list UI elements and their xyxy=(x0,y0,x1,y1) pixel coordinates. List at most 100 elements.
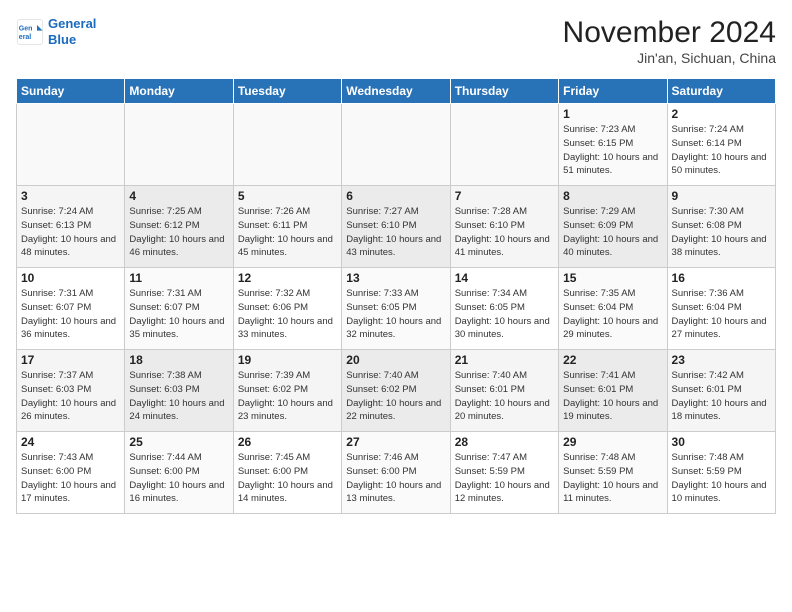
day-number: 15 xyxy=(563,271,662,285)
calendar-cell: 27 Sunrise: 7:46 AM Sunset: 6:00 PM Dayli… xyxy=(342,432,450,514)
day-number: 18 xyxy=(129,353,228,367)
calendar-cell: 6 Sunrise: 7:27 AM Sunset: 6:10 PM Daylig… xyxy=(342,186,450,268)
day-number: 4 xyxy=(129,189,228,203)
day-info: Sunrise: 7:25 AM Sunset: 6:12 PM Dayligh… xyxy=(129,205,228,260)
day-info: Sunrise: 7:34 AM Sunset: 6:05 PM Dayligh… xyxy=(455,287,554,342)
day-info: Sunrise: 7:33 AM Sunset: 6:05 PM Dayligh… xyxy=(346,287,445,342)
calendar-cell: 2 Sunrise: 7:24 AM Sunset: 6:14 PM Daylig… xyxy=(667,104,775,186)
day-info: Sunrise: 7:44 AM Sunset: 6:00 PM Dayligh… xyxy=(129,451,228,506)
day-number: 13 xyxy=(346,271,445,285)
calendar-cell: 14 Sunrise: 7:34 AM Sunset: 6:05 PM Dayli… xyxy=(450,268,558,350)
day-number: 27 xyxy=(346,435,445,449)
calendar-cell xyxy=(233,104,341,186)
calendar-cell: 1 Sunrise: 7:23 AM Sunset: 6:15 PM Daylig… xyxy=(559,104,667,186)
calendar-cell: 24 Sunrise: 7:43 AM Sunset: 6:00 PM Dayli… xyxy=(17,432,125,514)
day-info: Sunrise: 7:36 AM Sunset: 6:04 PM Dayligh… xyxy=(672,287,771,342)
day-info: Sunrise: 7:48 AM Sunset: 5:59 PM Dayligh… xyxy=(672,451,771,506)
day-number: 3 xyxy=(21,189,120,203)
day-number: 10 xyxy=(21,271,120,285)
calendar-table: SundayMondayTuesdayWednesdayThursdayFrid… xyxy=(16,78,776,514)
day-number: 22 xyxy=(563,353,662,367)
day-number: 29 xyxy=(563,435,662,449)
day-number: 23 xyxy=(672,353,771,367)
weekday-header-sunday: Sunday xyxy=(17,79,125,104)
day-number: 1 xyxy=(563,107,662,121)
calendar-cell: 26Sunrise: 7:45 AM Sunset: 6:00 PM Dayli… xyxy=(233,432,341,514)
calendar-cell: 21 Sunrise: 7:40 AM Sunset: 6:01 PM Dayli… xyxy=(450,350,558,432)
calendar-cell: 5Sunrise: 7:26 AM Sunset: 6:11 PM Daylig… xyxy=(233,186,341,268)
day-number: 14 xyxy=(455,271,554,285)
calendar-cell: 30Sunrise: 7:48 AM Sunset: 5:59 PM Dayli… xyxy=(667,432,775,514)
day-info: Sunrise: 7:31 AM Sunset: 6:07 PM Dayligh… xyxy=(21,287,120,342)
calendar-cell: 25Sunrise: 7:44 AM Sunset: 6:00 PM Dayli… xyxy=(125,432,233,514)
calendar-cell xyxy=(342,104,450,186)
calendar-cell xyxy=(450,104,558,186)
day-number: 19 xyxy=(238,353,337,367)
weekday-header-wednesday: Wednesday xyxy=(342,79,450,104)
calendar-cell: 11 Sunrise: 7:31 AM Sunset: 6:07 PM Dayli… xyxy=(125,268,233,350)
calendar-week-row: 24 Sunrise: 7:43 AM Sunset: 6:00 PM Dayli… xyxy=(17,432,776,514)
day-info: Sunrise: 7:46 AM Sunset: 6:00 PM Dayligh… xyxy=(346,451,445,506)
day-info: Sunrise: 7:24 AM Sunset: 6:13 PM Dayligh… xyxy=(21,205,120,260)
calendar-week-row: 3 Sunrise: 7:24 AM Sunset: 6:13 PM Daylig… xyxy=(17,186,776,268)
day-number: 16 xyxy=(672,271,771,285)
calendar-week-row: 10 Sunrise: 7:31 AM Sunset: 6:07 PM Dayli… xyxy=(17,268,776,350)
calendar-week-row: 1 Sunrise: 7:23 AM Sunset: 6:15 PM Daylig… xyxy=(17,104,776,186)
day-number: 17 xyxy=(21,353,120,367)
weekday-header-tuesday: Tuesday xyxy=(233,79,341,104)
day-number: 11 xyxy=(129,271,228,285)
calendar-cell: 12 Sunrise: 7:32 AM Sunset: 6:06 PM Dayli… xyxy=(233,268,341,350)
calendar-cell: 7 Sunrise: 7:28 AM Sunset: 6:10 PM Daylig… xyxy=(450,186,558,268)
calendar-cell: 18 Sunrise: 7:38 AM Sunset: 6:03 PM Dayli… xyxy=(125,350,233,432)
calendar-cell: 19 Sunrise: 7:39 AM Sunset: 6:02 PM Dayli… xyxy=(233,350,341,432)
day-info: Sunrise: 7:41 AM Sunset: 6:01 PM Dayligh… xyxy=(563,369,662,424)
page-header: Gen eral General Blue November 2024 Jin'… xyxy=(16,16,776,66)
day-info: Sunrise: 7:43 AM Sunset: 6:00 PM Dayligh… xyxy=(21,451,120,506)
day-number: 24 xyxy=(21,435,120,449)
logo-icon: Gen eral xyxy=(16,18,44,46)
calendar-cell: 22 Sunrise: 7:41 AM Sunset: 6:01 PM Dayli… xyxy=(559,350,667,432)
calendar-cell: 28 Sunrise: 7:47 AM Sunset: 5:59 PM Dayli… xyxy=(450,432,558,514)
logo: Gen eral General Blue xyxy=(16,16,96,47)
calendar-cell xyxy=(125,104,233,186)
day-info: Sunrise: 7:24 AM Sunset: 6:14 PM Dayligh… xyxy=(672,123,771,178)
weekday-header-monday: Monday xyxy=(125,79,233,104)
calendar-cell: 4 Sunrise: 7:25 AM Sunset: 6:12 PM Daylig… xyxy=(125,186,233,268)
calendar-cell: 29 Sunrise: 7:48 AM Sunset: 5:59 PM Dayli… xyxy=(559,432,667,514)
day-info: Sunrise: 7:42 AM Sunset: 6:01 PM Dayligh… xyxy=(672,369,771,424)
day-number: 28 xyxy=(455,435,554,449)
calendar-cell: 17 Sunrise: 7:37 AM Sunset: 6:03 PM Dayli… xyxy=(17,350,125,432)
day-info: Sunrise: 7:23 AM Sunset: 6:15 PM Dayligh… xyxy=(563,123,662,178)
day-info: Sunrise: 7:48 AM Sunset: 5:59 PM Dayligh… xyxy=(563,451,662,506)
day-number: 6 xyxy=(346,189,445,203)
day-info: Sunrise: 7:40 AM Sunset: 6:01 PM Dayligh… xyxy=(455,369,554,424)
day-number: 12 xyxy=(238,271,337,285)
day-info: Sunrise: 7:32 AM Sunset: 6:06 PM Dayligh… xyxy=(238,287,337,342)
day-info: Sunrise: 7:30 AM Sunset: 6:08 PM Dayligh… xyxy=(672,205,771,260)
day-info: Sunrise: 7:27 AM Sunset: 6:10 PM Dayligh… xyxy=(346,205,445,260)
calendar-cell: 9 Sunrise: 7:30 AM Sunset: 6:08 PM Daylig… xyxy=(667,186,775,268)
weekday-header-saturday: Saturday xyxy=(667,79,775,104)
day-number: 21 xyxy=(455,353,554,367)
day-info: Sunrise: 7:40 AM Sunset: 6:02 PM Dayligh… xyxy=(346,369,445,424)
day-info: Sunrise: 7:37 AM Sunset: 6:03 PM Dayligh… xyxy=(21,369,120,424)
day-info: Sunrise: 7:39 AM Sunset: 6:02 PM Dayligh… xyxy=(238,369,337,424)
day-info: Sunrise: 7:47 AM Sunset: 5:59 PM Dayligh… xyxy=(455,451,554,506)
calendar-week-row: 17 Sunrise: 7:37 AM Sunset: 6:03 PM Dayli… xyxy=(17,350,776,432)
day-number: 20 xyxy=(346,353,445,367)
day-info: Sunrise: 7:38 AM Sunset: 6:03 PM Dayligh… xyxy=(129,369,228,424)
weekday-header-friday: Friday xyxy=(559,79,667,104)
month-title: November 2024 xyxy=(563,16,776,50)
calendar-cell: 16 Sunrise: 7:36 AM Sunset: 6:04 PM Dayli… xyxy=(667,268,775,350)
calendar-cell xyxy=(17,104,125,186)
day-info: Sunrise: 7:28 AM Sunset: 6:10 PM Dayligh… xyxy=(455,205,554,260)
calendar-cell: 23 Sunrise: 7:42 AM Sunset: 6:01 PM Dayli… xyxy=(667,350,775,432)
weekday-header-thursday: Thursday xyxy=(450,79,558,104)
weekday-header-row: SundayMondayTuesdayWednesdayThursdayFrid… xyxy=(17,79,776,104)
day-info: Sunrise: 7:26 AM Sunset: 6:11 PM Dayligh… xyxy=(238,205,337,260)
day-number: 2 xyxy=(672,107,771,121)
day-info: Sunrise: 7:35 AM Sunset: 6:04 PM Dayligh… xyxy=(563,287,662,342)
day-info: Sunrise: 7:31 AM Sunset: 6:07 PM Dayligh… xyxy=(129,287,228,342)
day-number: 7 xyxy=(455,189,554,203)
day-number: 9 xyxy=(672,189,771,203)
